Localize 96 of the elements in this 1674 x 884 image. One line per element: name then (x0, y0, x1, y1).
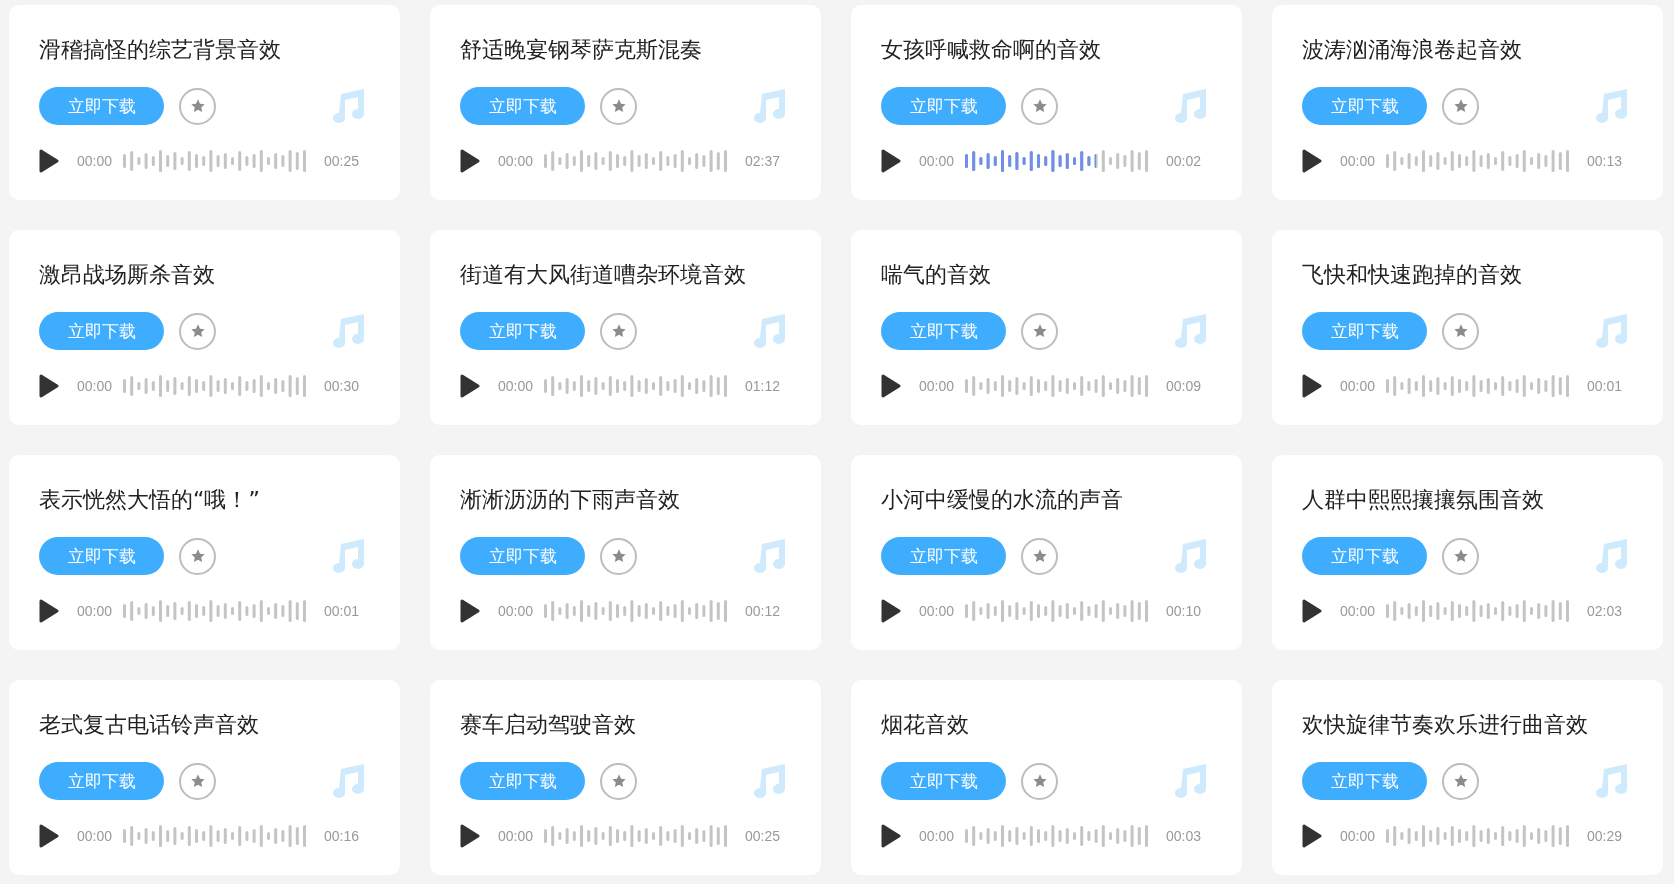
play-icon[interactable] (39, 149, 59, 173)
favorite-button[interactable] (1021, 312, 1058, 350)
play-icon[interactable] (881, 149, 901, 173)
current-time: 00:00 (77, 603, 113, 619)
star-icon (1031, 98, 1048, 114)
star-icon (189, 323, 206, 339)
star-icon (1031, 323, 1048, 339)
sound-title[interactable]: 激昂战场厮杀音效 (39, 260, 366, 290)
current-time: 00:00 (1340, 828, 1376, 844)
sound-title[interactable]: 淅淅沥沥的下雨声音效 (460, 485, 787, 515)
sound-title[interactable]: 人群中熙熙攘攘氛围音效 (1302, 485, 1629, 515)
favorite-button[interactable] (600, 762, 637, 800)
favorite-button[interactable] (1442, 312, 1479, 350)
favorite-button[interactable] (1021, 87, 1058, 125)
sound-title[interactable]: 烟花音效 (881, 710, 1208, 740)
duration-time: 01:12 (745, 378, 781, 394)
favorite-button[interactable] (179, 312, 216, 350)
favorite-button[interactable] (1021, 762, 1058, 800)
favorite-button[interactable] (600, 87, 637, 125)
sound-title[interactable]: 滑稽搞怪的综艺背景音效 (39, 35, 366, 65)
sound-title[interactable]: 老式复古电话铃声音效 (39, 710, 366, 740)
star-icon (1452, 548, 1469, 564)
play-icon[interactable] (1302, 824, 1322, 848)
sound-title[interactable]: 表示恍然大悟的“哦！” (39, 485, 366, 515)
play-icon[interactable] (1302, 599, 1322, 623)
duration-time: 00:10 (1166, 603, 1202, 619)
star-icon (610, 548, 627, 564)
favorite-button[interactable] (600, 312, 637, 350)
duration-time: 00:13 (1587, 153, 1623, 169)
star-icon (1031, 548, 1048, 564)
current-time: 00:00 (1340, 378, 1376, 394)
favorite-button[interactable] (600, 537, 637, 575)
current-time: 00:00 (498, 153, 534, 169)
play-icon[interactable] (39, 374, 59, 398)
play-icon[interactable] (1302, 374, 1322, 398)
play-icon[interactable] (460, 374, 480, 398)
sound-title[interactable]: 喘气的音效 (881, 260, 1208, 290)
play-icon[interactable] (460, 149, 480, 173)
sound-title[interactable]: 赛车启动驾驶音效 (460, 710, 787, 740)
favorite-button[interactable] (179, 537, 216, 575)
favorite-button[interactable] (179, 87, 216, 125)
sound-title[interactable]: 波涛汹涌海浪卷起音效 (1302, 35, 1629, 65)
favorite-button[interactable] (179, 762, 216, 800)
sound-title[interactable]: 街道有大风街道嘈杂环境音效 (460, 260, 787, 290)
current-time: 00:00 (919, 603, 955, 619)
favorite-button[interactable] (1442, 762, 1479, 800)
duration-time: 00:01 (324, 603, 360, 619)
duration-time: 00:12 (745, 603, 781, 619)
duration-time: 00:25 (324, 153, 360, 169)
play-icon[interactable] (881, 599, 901, 623)
current-time: 00:00 (77, 828, 113, 844)
sound-title[interactable]: 小河中缓慢的水流的声音 (881, 485, 1208, 515)
star-icon (1031, 773, 1048, 789)
current-time: 00:00 (77, 378, 113, 394)
current-time: 00:00 (1340, 603, 1376, 619)
star-icon (189, 548, 206, 564)
favorite-button[interactable] (1442, 537, 1479, 575)
star-icon (610, 323, 627, 339)
duration-time: 00:03 (1166, 828, 1202, 844)
duration-time: 00:02 (1166, 153, 1202, 169)
star-icon (610, 98, 627, 114)
duration-time: 00:25 (745, 828, 781, 844)
play-icon[interactable] (39, 824, 59, 848)
duration-time: 00:30 (324, 378, 360, 394)
duration-time: 02:03 (1587, 603, 1623, 619)
sound-title[interactable]: 欢快旋律节奏欢乐进行曲音效 (1302, 710, 1629, 740)
star-icon (189, 773, 206, 789)
sound-title[interactable]: 女孩呼喊救命啊的音效 (881, 35, 1208, 65)
current-time: 00:00 (919, 153, 955, 169)
star-icon (1452, 323, 1469, 339)
current-time: 00:00 (919, 828, 955, 844)
favorite-button[interactable] (1442, 87, 1479, 125)
star-icon (1452, 98, 1469, 114)
sound-title[interactable]: 飞快和快速跑掉的音效 (1302, 260, 1629, 290)
current-time: 00:00 (919, 378, 955, 394)
star-icon (189, 98, 206, 114)
play-icon[interactable] (39, 599, 59, 623)
current-time: 00:00 (77, 153, 113, 169)
star-icon (610, 773, 627, 789)
play-icon[interactable] (881, 374, 901, 398)
play-icon[interactable] (1302, 149, 1322, 173)
favorite-button[interactable] (1021, 537, 1058, 575)
star-icon (1452, 773, 1469, 789)
current-time: 00:00 (1340, 153, 1376, 169)
duration-time: 00:01 (1587, 378, 1623, 394)
current-time: 00:00 (498, 378, 534, 394)
play-icon[interactable] (460, 824, 480, 848)
play-icon[interactable] (881, 824, 901, 848)
current-time: 00:00 (498, 603, 534, 619)
duration-time: 00:09 (1166, 378, 1202, 394)
duration-time: 02:37 (745, 153, 781, 169)
current-time: 00:00 (498, 828, 534, 844)
duration-time: 00:16 (324, 828, 360, 844)
play-icon[interactable] (460, 599, 480, 623)
duration-time: 00:29 (1587, 828, 1623, 844)
sound-title[interactable]: 舒适晚宴钢琴萨克斯混奏 (460, 35, 787, 65)
